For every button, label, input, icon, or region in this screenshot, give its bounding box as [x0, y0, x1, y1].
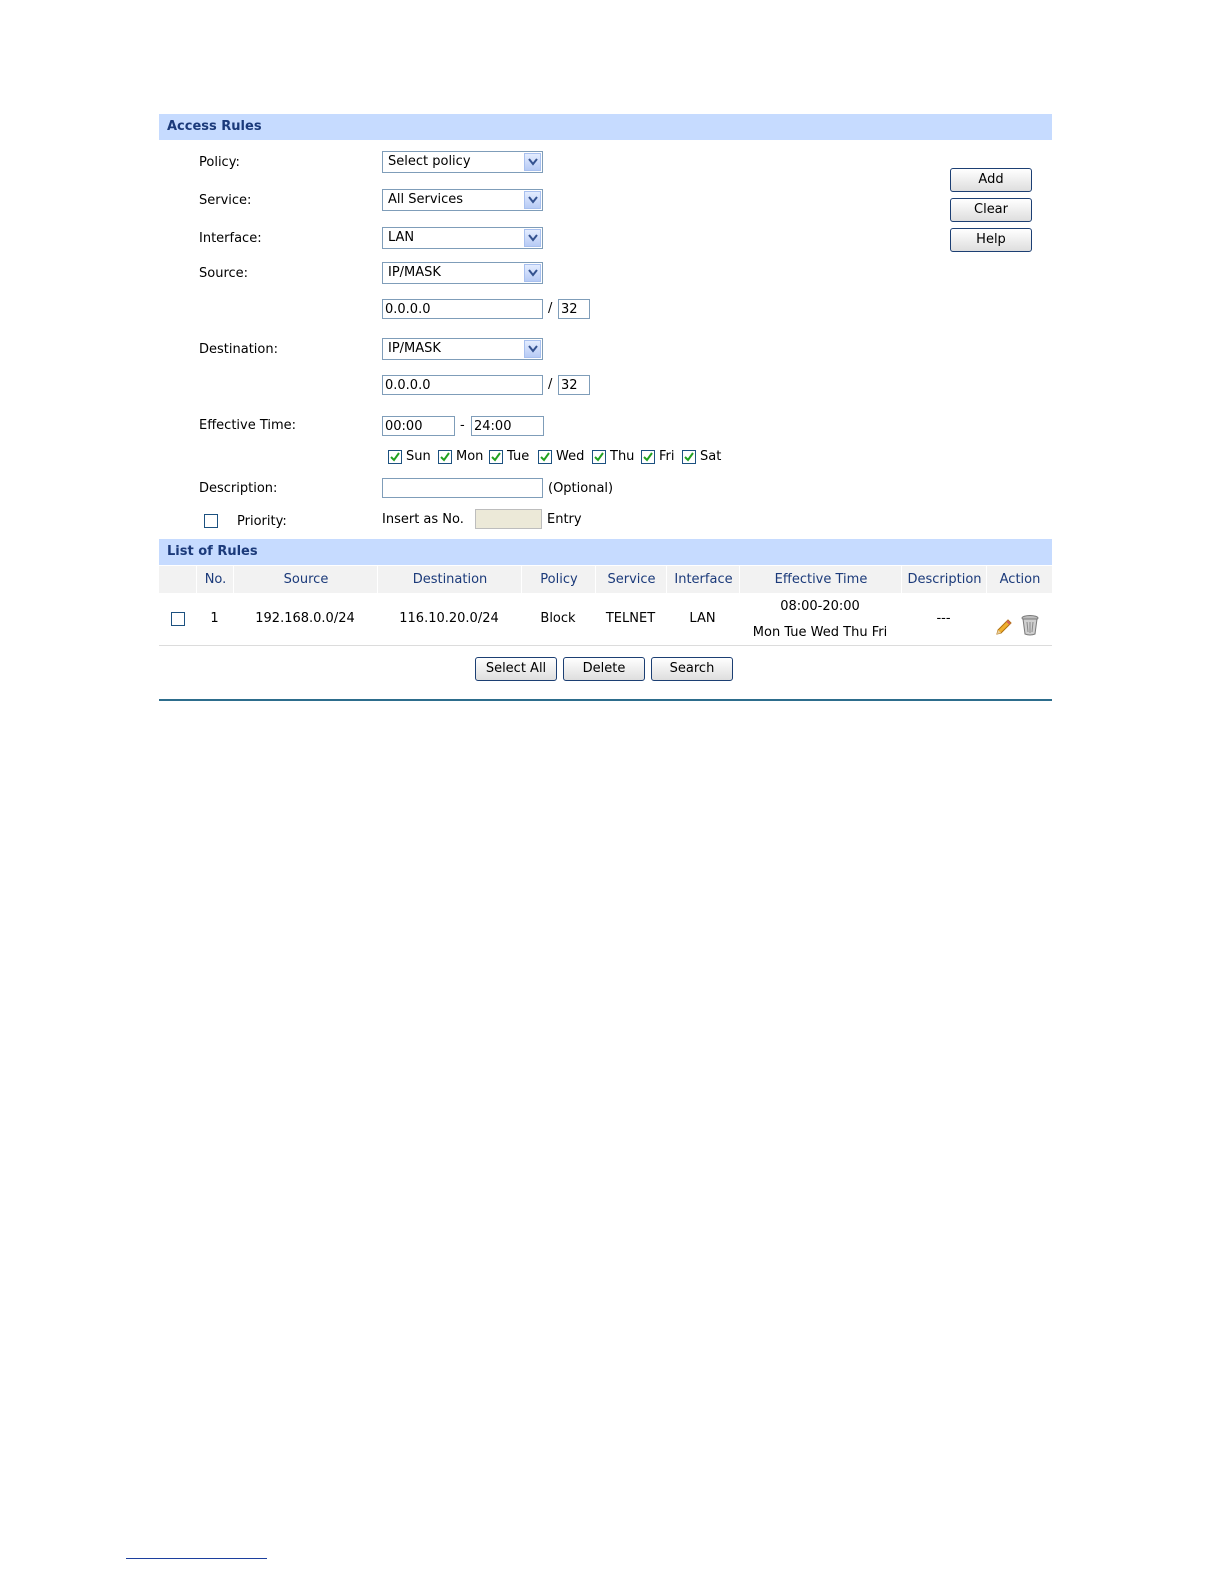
- day-label-sat: Sat: [700, 449, 722, 464]
- rules-table-header: No. Source Destination Policy Service In…: [159, 566, 1052, 593]
- source-ip-input[interactable]: [382, 299, 543, 319]
- column-header-description: Description: [901, 566, 987, 593]
- service-select-value: All Services: [388, 192, 464, 207]
- row-checkbox[interactable]: [171, 612, 185, 626]
- service-label: Service:: [199, 193, 252, 208]
- column-header-destination: Destination: [377, 566, 522, 593]
- search-button[interactable]: Search: [651, 657, 733, 681]
- table-row: 1 192.168.0.0/24 116.10.20.0/24 Block TE…: [159, 593, 1052, 646]
- time-dash: -: [460, 418, 465, 433]
- day-label-wed: Wed: [556, 449, 585, 464]
- description-input[interactable]: [382, 478, 543, 498]
- chevron-down-icon[interactable]: [524, 264, 541, 282]
- entry-label: Entry: [547, 512, 582, 527]
- start-time-input[interactable]: [382, 416, 455, 436]
- row-actions: [986, 593, 1052, 645]
- edit-icon[interactable]: [994, 608, 1014, 635]
- policy-select-value: Select policy: [388, 154, 471, 169]
- chevron-down-icon[interactable]: [524, 340, 541, 358]
- interface-select-value: LAN: [388, 230, 415, 245]
- day-label-fri: Fri: [659, 449, 675, 464]
- destination-type-select[interactable]: IP/MASK: [382, 338, 543, 360]
- list-of-rules-header: List of Rules: [159, 539, 1052, 565]
- destination-ip-input[interactable]: [382, 375, 543, 395]
- destination-type-value: IP/MASK: [388, 341, 441, 356]
- column-header-action: Action: [986, 566, 1053, 593]
- end-time-input[interactable]: [471, 416, 544, 436]
- chevron-down-icon[interactable]: [524, 191, 541, 209]
- column-header-service: Service: [595, 566, 667, 593]
- day-label-mon: Mon: [456, 449, 484, 464]
- row-no: 1: [210, 611, 219, 626]
- priority-checkbox[interactable]: [204, 514, 218, 528]
- priority-label: Priority:: [237, 514, 287, 529]
- help-button[interactable]: Help: [950, 228, 1032, 252]
- day-checkbox-wed[interactable]: [538, 450, 552, 464]
- day-checkbox-sat[interactable]: [682, 450, 696, 464]
- delete-button[interactable]: Delete: [563, 657, 645, 681]
- day-label-tue: Tue: [507, 449, 530, 464]
- policy-select[interactable]: Select policy: [382, 151, 543, 173]
- column-header-interface: Interface: [666, 566, 740, 593]
- description-hint: (Optional): [548, 481, 614, 496]
- access-rules-header: Access Rules: [159, 114, 1052, 140]
- day-checkbox-fri[interactable]: [641, 450, 655, 464]
- row-interface: LAN: [689, 611, 716, 626]
- chevron-down-icon[interactable]: [524, 153, 541, 171]
- row-select-cell: [159, 593, 196, 645]
- column-header-select: [159, 566, 196, 593]
- insert-as-label: Insert as No.: [382, 512, 464, 527]
- destination-label: Destination:: [199, 342, 278, 357]
- row-policy: Block: [540, 611, 576, 626]
- chevron-down-icon[interactable]: [524, 229, 541, 247]
- clear-button[interactable]: Clear: [950, 198, 1032, 222]
- service-select[interactable]: All Services: [382, 189, 543, 211]
- row-time-days: Mon Tue Wed Thu Fri: [752, 625, 888, 640]
- column-header-effective-time: Effective Time: [739, 566, 902, 593]
- source-label: Source:: [199, 266, 249, 281]
- day-checkbox-mon[interactable]: [438, 450, 452, 464]
- day-label-thu: Thu: [610, 449, 635, 464]
- delete-icon[interactable]: [1020, 607, 1040, 636]
- day-checkbox-tue[interactable]: [489, 450, 503, 464]
- row-destination: 116.10.20.0/24: [399, 611, 499, 626]
- row-source: 192.168.0.0/24: [255, 611, 355, 626]
- source-type-value: IP/MASK: [388, 265, 441, 280]
- destination-slash: /: [548, 377, 553, 392]
- day-label-sun: Sun: [406, 449, 431, 464]
- destination-mask-input[interactable]: [558, 375, 590, 395]
- row-description: ---: [936, 611, 951, 626]
- row-effective-time: 08:00-20:00 Mon Tue Wed Thu Fri: [739, 593, 901, 645]
- column-header-no: No.: [196, 566, 234, 593]
- interface-select[interactable]: LAN: [382, 227, 543, 249]
- description-label: Description:: [199, 481, 278, 496]
- source-slash: /: [548, 301, 553, 316]
- column-header-policy: Policy: [521, 566, 596, 593]
- source-mask-input[interactable]: [558, 299, 590, 319]
- bottom-divider: [159, 699, 1052, 701]
- select-all-button[interactable]: Select All: [475, 657, 557, 681]
- day-checkbox-thu[interactable]: [592, 450, 606, 464]
- priority-number-input[interactable]: [475, 509, 542, 529]
- day-checkbox-sun[interactable]: [388, 450, 402, 464]
- effective-time-label: Effective Time:: [199, 418, 297, 433]
- footer-divider: [126, 1558, 267, 1559]
- policy-label: Policy:: [199, 155, 240, 170]
- column-header-source: Source: [233, 566, 378, 593]
- row-time-range: 08:00-20:00: [780, 599, 860, 614]
- interface-label: Interface:: [199, 231, 262, 246]
- row-service: TELNET: [605, 611, 656, 626]
- add-button[interactable]: Add: [950, 168, 1032, 192]
- source-type-select[interactable]: IP/MASK: [382, 262, 543, 284]
- access-rules-panel: Access Rules Policy: Select policy Servi…: [159, 114, 1052, 702]
